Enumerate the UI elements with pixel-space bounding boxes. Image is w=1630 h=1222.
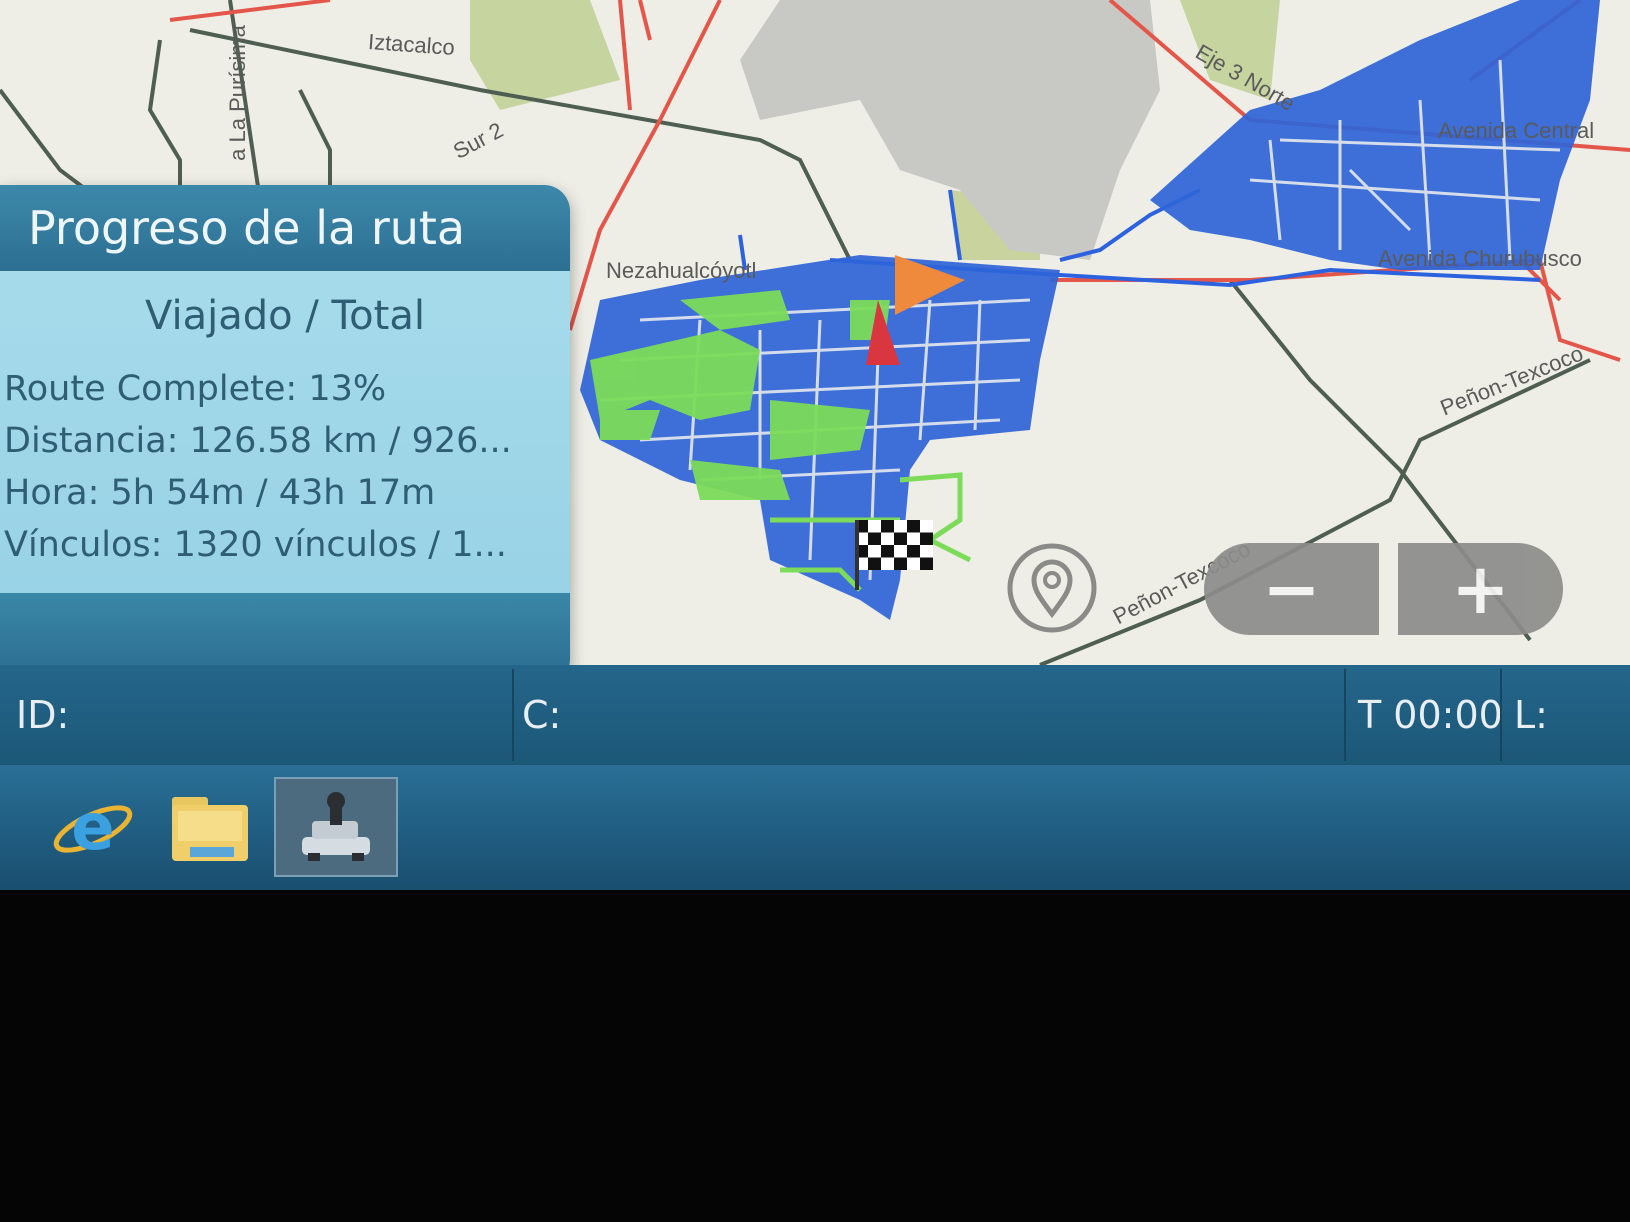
route-complete-text: Route Complete: 13%	[4, 369, 387, 409]
map-label-avenida-churubusco: Avenida Churubusco	[1378, 246, 1582, 271]
file-explorer-button[interactable]	[160, 777, 270, 877]
progress-panel-title: Progreso de la ruta	[0, 185, 570, 271]
map-label-nezahualcoyotl: Nezahualcóyotl	[606, 258, 757, 283]
status-time: T 00:00	[1358, 693, 1503, 737]
status-bar: ID: C: T 00:00 L:	[0, 665, 1630, 765]
internet-explorer-button[interactable]: e	[38, 777, 148, 877]
route-progress-panel: Progreso de la ruta Viajado / Total Rout…	[0, 185, 570, 685]
map-pin-icon	[1007, 543, 1097, 633]
links-text: Vínculos: 1320 vínculos / 1...	[4, 525, 507, 565]
distance-text: Distancia: 126.58 km / 926...	[4, 421, 512, 461]
map-label-la-purisima: a La Purísima	[224, 25, 250, 161]
status-divider	[1344, 669, 1346, 761]
status-divider	[512, 669, 514, 761]
zoom-in-button[interactable]: +	[1398, 543, 1563, 635]
status-l-label: L:	[1514, 693, 1548, 737]
progress-panel-subtitle: Viajado / Total	[145, 293, 425, 339]
time-text: Hora: 5h 54m / 43h 17m	[4, 473, 436, 513]
internet-explorer-icon: e	[53, 791, 133, 865]
navigation-app-icon	[302, 792, 370, 861]
svg-text:e: e	[71, 791, 114, 865]
taskbar: e	[0, 765, 1630, 890]
status-c-label: C:	[522, 693, 562, 737]
zoom-out-button[interactable]: −	[1204, 543, 1379, 635]
status-id-label: ID:	[16, 693, 70, 737]
airport-area	[740, 0, 1160, 260]
folder-icon	[172, 797, 248, 861]
map-label-avenida-central: Avenida Central	[1438, 118, 1595, 143]
status-divider	[1500, 669, 1502, 761]
locate-me-button[interactable]	[1006, 542, 1098, 634]
navigation-app-button[interactable]	[274, 777, 398, 877]
